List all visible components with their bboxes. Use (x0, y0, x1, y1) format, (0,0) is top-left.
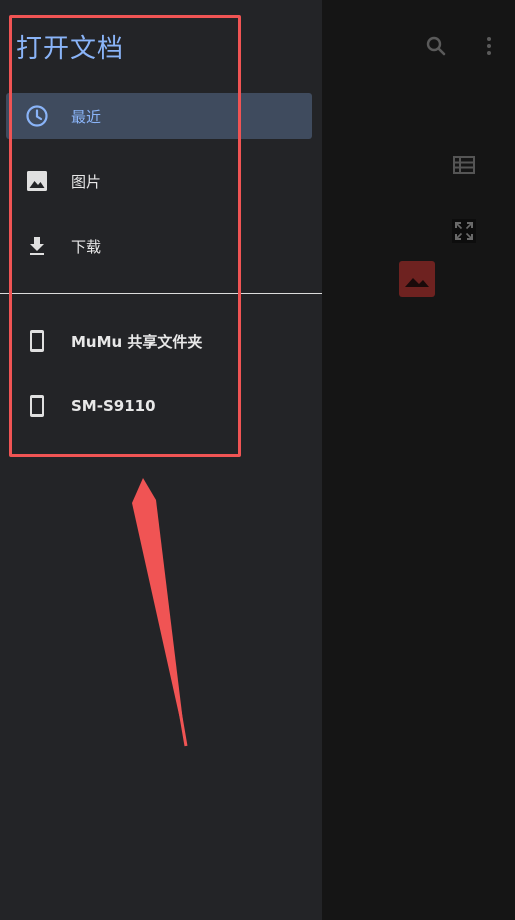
divider (0, 293, 322, 294)
nav-item-mumu-shared-folder[interactable]: MuMu 共享文件夹 (6, 318, 312, 364)
download-icon (25, 234, 49, 258)
nav-item-images[interactable]: 图片 (6, 158, 312, 204)
nav-item-label: 下载 (71, 237, 102, 256)
nav-item-label: 图片 (71, 172, 102, 191)
nav-item-label: SM-S9110 (71, 397, 156, 415)
phone-icon (25, 329, 49, 353)
nav-item-label: MuMu 共享文件夹 (71, 332, 203, 351)
more-vert-icon[interactable] (482, 32, 496, 60)
list-view-icon[interactable] (451, 152, 477, 178)
background-app (322, 0, 515, 920)
drawer-title: 打开文档 (16, 34, 125, 64)
fullscreen-icon[interactable] (452, 219, 476, 243)
nav-item-label: 最近 (71, 107, 102, 126)
nav-item-recent[interactable]: 最近 (6, 93, 312, 139)
screen: 打开文档 最近 图片 下载 MuMu 共享文件夹 SM-S9110 (0, 0, 515, 920)
image-icon (25, 169, 49, 193)
image-thumbnail-icon[interactable] (399, 261, 435, 297)
navigation-drawer: 打开文档 最近 图片 下载 MuMu 共享文件夹 SM-S9110 (0, 0, 322, 920)
nav-item-sm-s9110[interactable]: SM-S9110 (6, 383, 312, 429)
clock-icon (25, 104, 49, 128)
nav-item-downloads[interactable]: 下载 (6, 223, 312, 269)
phone-icon (25, 394, 49, 418)
search-icon[interactable] (422, 32, 450, 60)
